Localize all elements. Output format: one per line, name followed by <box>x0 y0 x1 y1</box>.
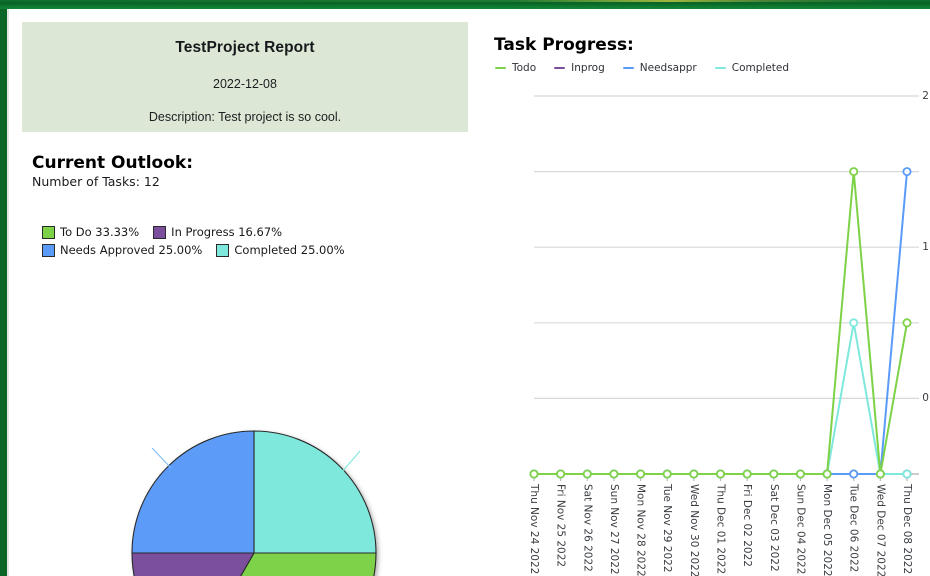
data-point[interactable] <box>529 469 539 479</box>
report-description: Description: Test project is so cool. <box>148 110 342 124</box>
x-tick-label: Tue Dec 06 2022 <box>847 484 860 573</box>
x-tick-label: Wed Nov 30 2022 <box>687 484 700 576</box>
y-tick-label: 1.5 <box>922 241 930 254</box>
line-chart-svg <box>529 95 919 481</box>
x-tick-label: Mon Dec 05 2022 <box>821 484 834 576</box>
line-chart-legend: Todo Inprog Needsappr Completed <box>495 62 807 74</box>
data-point[interactable] <box>742 469 752 479</box>
page-title: TestProject Report <box>175 39 315 56</box>
task-count-label: Number of Tasks: 12 <box>32 174 160 189</box>
line-legend-label: Needsappr <box>639 62 697 74</box>
window-frame-top-sheen <box>0 0 930 2</box>
pie-slice-inprogress <box>131 552 255 576</box>
line-legend-item[interactable]: Needsappr <box>622 62 697 74</box>
report-canvas: TestProject Report 2022-12-08 Descriptio… <box>9 11 930 576</box>
data-point[interactable] <box>849 318 859 328</box>
pie-legend-item: To Do 33.33% <box>42 225 139 239</box>
data-point[interactable] <box>636 469 646 479</box>
data-point[interactable] <box>769 469 779 479</box>
y-tick-label: 2.5 <box>922 90 930 102</box>
x-tick-label: Fri Nov 25 2022 <box>554 484 567 568</box>
pie-legend: To Do 33.33% In Progress 16.67% Needs Appr… <box>42 225 462 261</box>
report-page: TestProject Report 2022-12-08 Descriptio… <box>0 0 930 576</box>
leader-line-needsapproved <box>151 447 172 469</box>
pie-legend-label: Needs Approved 25.00% <box>60 243 203 257</box>
data-point[interactable] <box>715 469 725 479</box>
data-point[interactable] <box>795 469 805 479</box>
line-legend-item[interactable]: Inprog <box>554 62 605 74</box>
x-tick-label: Thu Dec 01 2022 <box>714 484 727 575</box>
y-tick-label: 2 <box>902 166 930 178</box>
pie-legend-swatch <box>42 225 55 239</box>
report-date: 2022-12-08 <box>213 77 277 91</box>
y-tick-label: 0 <box>902 468 930 480</box>
data-point[interactable] <box>689 469 699 479</box>
report-header-card: TestProject Report 2022-12-08 Descriptio… <box>22 22 468 132</box>
pie-chart-svg <box>131 430 377 576</box>
x-tick-label: Sat Dec 03 2022 <box>767 484 780 572</box>
line-legend-label: Inprog <box>571 62 605 74</box>
x-tick-label: Tue Nov 29 2022 <box>661 484 674 573</box>
pie-slice-completed <box>253 430 377 554</box>
line-legend-dash <box>622 66 634 70</box>
pie-legend-item: In Progress 16.67% <box>153 225 282 239</box>
pie-slice-needsapproved <box>131 430 255 554</box>
task-progress-heading: Task Progress: <box>494 35 634 55</box>
line-legend-item[interactable]: Completed <box>714 62 790 74</box>
line-legend-item[interactable]: Todo <box>495 62 536 74</box>
current-outlook-heading: Current Outlook: <box>32 153 193 173</box>
window-frame-left <box>0 9 7 576</box>
data-point[interactable] <box>849 167 859 177</box>
x-tick-label: Mon Nov 28 2022 <box>634 484 647 576</box>
line-legend-label: Completed <box>731 62 790 74</box>
data-point[interactable] <box>662 469 672 479</box>
y-tick-label: 1 <box>902 317 930 329</box>
pie-legend-item: Needs Approved 25.00% <box>42 243 202 257</box>
data-point[interactable] <box>875 469 885 479</box>
pie-legend-label: In Progress 16.67% <box>171 225 283 239</box>
x-tick-label: Wed Dec 07 2022 <box>874 484 887 576</box>
line-legend-dash <box>714 66 726 70</box>
pie-legend-swatch <box>216 243 230 257</box>
line-legend-dash <box>495 66 506 70</box>
y-tick-label: 0.5 <box>922 392 930 405</box>
x-tick-label: Thu Nov 24 2022 <box>528 484 540 575</box>
pie-slices <box>131 430 377 576</box>
line-legend-label: Todo <box>512 62 537 74</box>
x-tick-label: Sun Nov 27 2022 <box>607 484 620 575</box>
pie-chart: Completed 25.00% To Do 33.33% In Progres… <box>9 291 479 576</box>
grid-lines <box>534 95 919 475</box>
x-tick-label: Fri Dec 02 2022 <box>741 484 754 567</box>
leader-line-completed <box>340 450 361 474</box>
x-tick-label: Thu Dec 08 2022 <box>901 484 913 575</box>
data-point[interactable] <box>582 469 592 479</box>
pie-legend-swatch <box>42 243 55 257</box>
x-tick-label: Sat Nov 26 2022 <box>581 484 594 572</box>
data-point[interactable] <box>849 469 859 479</box>
pie-legend-label: To Do 33.33% <box>60 225 140 239</box>
line-legend-dash <box>554 66 566 70</box>
pie-legend-item: Completed 25.00% <box>216 243 345 257</box>
data-point[interactable] <box>556 469 566 479</box>
data-point[interactable] <box>609 469 619 479</box>
pie-legend-label: Completed 25.00% <box>234 243 345 257</box>
data-point[interactable] <box>822 469 832 479</box>
pie-legend-swatch <box>153 225 167 239</box>
x-tick-label: Sun Dec 04 2022 <box>794 484 807 575</box>
line-chart: 0 0.5 1 1.5 2 2.5 Thu Nov 24 2022 Fri Nov 25 2… <box>489 81 930 576</box>
